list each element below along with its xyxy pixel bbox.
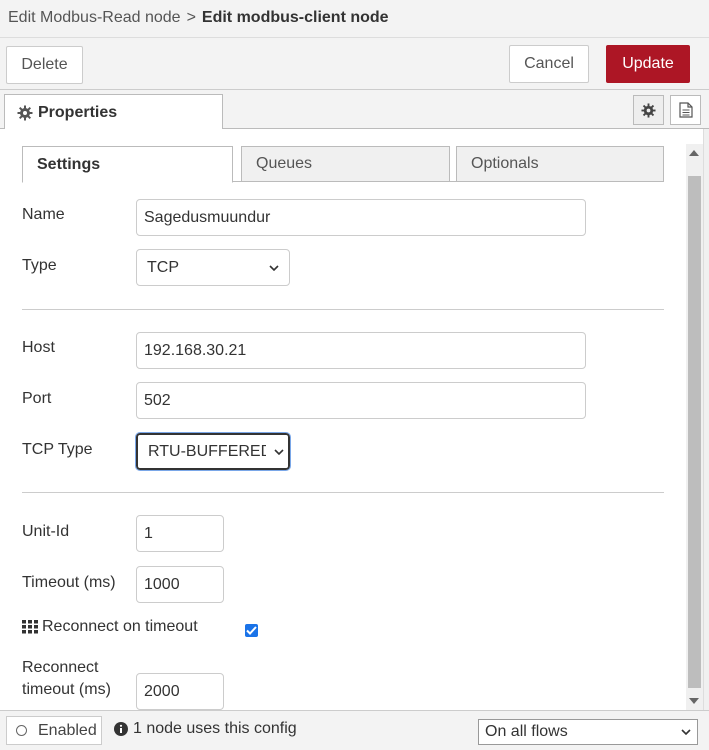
tcp-type-select[interactable]: RTU-BUFFERED — [135, 432, 291, 471]
checkmark-icon — [246, 626, 257, 635]
type-select[interactable]: TCP — [136, 249, 290, 286]
name-label: Name — [22, 206, 65, 223]
subtab-settings[interactable]: Settings — [22, 146, 233, 183]
scroll-up-icon[interactable] — [689, 150, 699, 156]
enabled-label: Enabled — [38, 721, 97, 739]
panel-edge — [703, 129, 709, 710]
chevron-down-icon — [274, 448, 284, 455]
reconnect-on-timeout-checkbox[interactable] — [245, 624, 258, 637]
tab-properties-label: Properties — [38, 103, 118, 121]
tcp-type-label: TCP Type — [22, 441, 93, 458]
reconnect-timeout-input[interactable]: 2000 — [136, 673, 224, 710]
gear-icon — [17, 105, 33, 120]
breadcrumb: Edit Modbus-Read node > Edit modbus-client… — [0, 0, 709, 38]
enabled-toggle[interactable]: Enabled — [6, 716, 102, 745]
section-divider — [22, 309, 664, 310]
gear-icon — [641, 102, 656, 118]
tab-properties[interactable]: Properties — [4, 94, 223, 130]
scope-select-value: On all flows — [485, 723, 568, 740]
reconnect-timeout-label: Reconnect timeout (ms) — [22, 657, 111, 701]
grid-icon — [22, 620, 38, 634]
port-label: Port — [22, 390, 52, 407]
host-label: Host — [22, 339, 55, 356]
circle-icon — [16, 725, 27, 736]
breadcrumb-current: Edit modbus-client node — [201, 9, 389, 26]
subtab-bar: Settings Queues Optionals — [22, 146, 664, 183]
unit-id-input[interactable]: 1 — [136, 515, 224, 552]
document-icon — [678, 102, 693, 118]
scrollbar[interactable] — [686, 144, 703, 710]
toolbar: Delete Cancel Update — [0, 38, 709, 90]
breadcrumb-parent[interactable]: Edit Modbus-Read node — [8, 9, 181, 26]
timeout-input[interactable]: 1000 — [136, 566, 224, 603]
chevron-down-icon — [269, 264, 279, 271]
type-label: Type — [22, 257, 57, 274]
reconnect-on-timeout-label: Reconnect on timeout — [42, 618, 198, 635]
breadcrumb-separator: > — [186, 9, 196, 26]
info-icon — [114, 722, 128, 736]
chevron-down-icon — [681, 729, 691, 735]
cancel-button[interactable]: Cancel — [509, 45, 589, 83]
node-settings-button[interactable] — [633, 95, 664, 125]
tcp-type-select-value: RTU-BUFFERED — [148, 442, 266, 460]
scroll-down-icon[interactable] — [689, 698, 699, 704]
subtab-queues[interactable]: Queues — [241, 146, 450, 182]
tab-bar: Properties — [0, 90, 709, 130]
port-input[interactable]: 502 — [136, 382, 586, 419]
config-usage-text: 1 node uses this config — [133, 720, 297, 737]
section-divider — [22, 492, 664, 493]
scope-select[interactable]: On all flows — [478, 719, 698, 745]
scrollbar-thumb[interactable] — [688, 176, 701, 688]
config-usage: 1 node uses this config — [114, 720, 297, 738]
name-input[interactable]: Sagedusmuundur — [136, 199, 586, 236]
subtab-optionals[interactable]: Optionals — [456, 146, 664, 182]
unit-id-label: Unit-Id — [22, 523, 70, 540]
footer: Enabled 1 node uses this config On all f… — [0, 710, 709, 750]
update-button[interactable]: Update — [606, 45, 690, 83]
node-description-button[interactable] — [670, 95, 701, 125]
reconnect-timeout-label-line2: timeout (ms) — [22, 681, 111, 698]
type-select-value: TCP — [147, 258, 179, 276]
timeout-label: Timeout (ms) — [22, 574, 116, 591]
host-input[interactable]: 192.168.30.21 — [136, 332, 586, 369]
properties-panel: Settings Queues Optionals Name Sagedusmu… — [0, 129, 686, 710]
reconnect-on-timeout-row: Reconnect on timeout — [22, 616, 198, 638]
reconnect-timeout-label-line1: Reconnect — [22, 659, 99, 676]
delete-button[interactable]: Delete — [6, 46, 83, 84]
